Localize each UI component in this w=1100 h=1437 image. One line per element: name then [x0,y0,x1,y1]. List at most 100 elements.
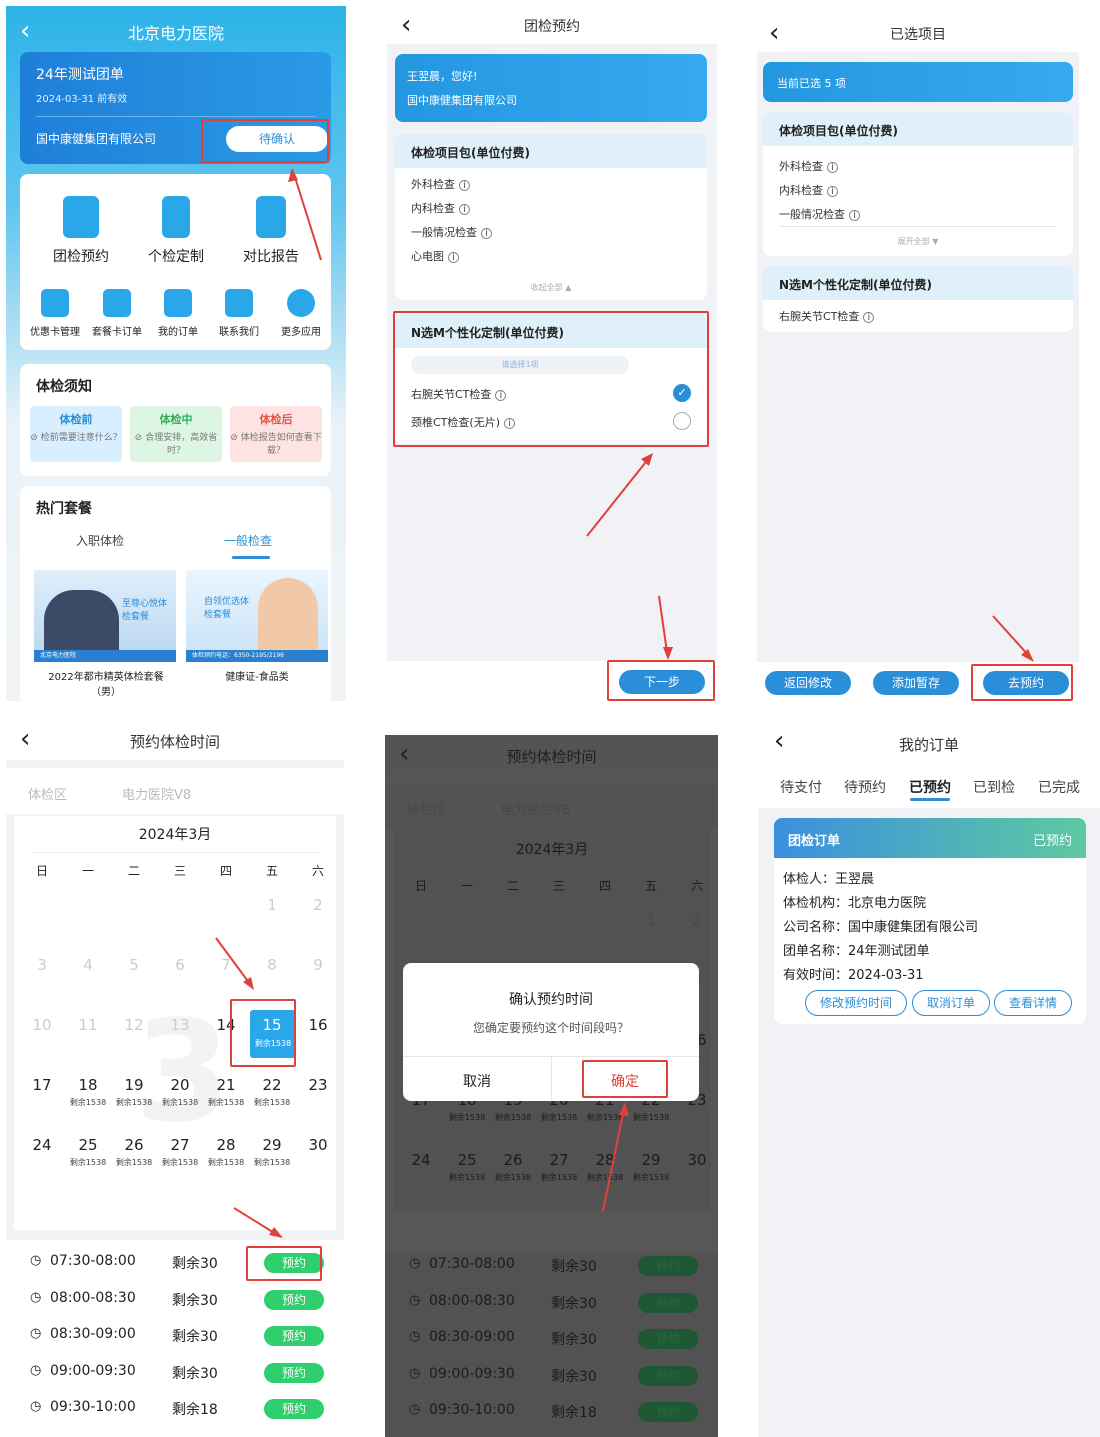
company: 国中康健集团有限公司 [407,94,517,107]
calendar-day: 12 [124,1016,144,1034]
service-label: 团检预约 [53,249,109,265]
tab-completed[interactable]: 已完成 [1038,777,1080,797]
package-image-1[interactable]: 至尊心悦体检套餐 北京电力医院 [34,570,176,662]
book-button[interactable]: 预约 [264,1362,324,1383]
save-draft-button[interactable]: 添加暂存 [873,671,959,695]
calendar-day[interactable]: 23 [298,1076,338,1094]
package-item: 外科检查 i [779,158,838,174]
expand-toggle[interactable]: 展开全部 ▼ [763,236,1073,247]
clock-icon: ◷ [30,1399,42,1414]
service-custom[interactable]: 个检定制 [141,196,211,266]
service-contact[interactable]: 联系我们 [210,289,268,338]
info-icon[interactable]: i [827,186,838,197]
calendar-day[interactable]: 16 [298,1016,338,1034]
calendar-month: 2024年3月 [138,827,212,843]
service-more[interactable]: 更多应用 [272,289,330,338]
order-patient: 体检人：王翌晨 [783,872,875,887]
book-button[interactable]: 预约 [264,1399,324,1419]
calendar-day: 1 [267,896,277,914]
calendar-day[interactable]: 29 [252,1136,292,1154]
info-icon[interactable]: i [481,228,492,239]
back-edit-button[interactable]: 返回修改 [765,671,851,695]
notice-after[interactable]: 体检后 ⊘ 体检报告如何查看下载？ [230,406,322,462]
notice-before[interactable]: 体检前 ⊘ 检前需要注意什么？ [30,406,122,462]
service-my-orders[interactable]: 我的订单 [149,289,207,338]
service-package-orders[interactable]: 套餐卡订单 [88,289,146,338]
highlight-box [582,1060,668,1098]
tab-indicator [232,556,270,559]
info-icon[interactable]: i [448,252,459,263]
hot-tab-general[interactable]: 一般检查 [224,532,272,549]
time-slot: ◷ 09:00-09:30 剩余30 预约 [26,1360,324,1386]
calendar-day[interactable]: 25 [68,1136,108,1154]
area-value[interactable]: 电力医院V8 [122,784,191,803]
screen-group-booking: ‹ 团检预约 王翌晨，您好! 国中康健集团有限公司 体检项目包(单位付费) 外科… [387,6,717,701]
slot-remaining: 剩余18 [172,1402,218,1418]
info-icon[interactable]: i [827,162,838,173]
order-type: 团检订单 [788,834,841,849]
screen-selected-items: ‹ 已选项目 当前已选 5 项 体检项目包(单位付费) 外科检查 i 内科检查 i … [757,6,1079,701]
package-banner: 至尊心悦体检套餐 [122,599,168,622]
notice-during[interactable]: 体检中 ⊘ 合理安排，高效省时？ [130,406,222,462]
package-image-2[interactable]: 自领优选体检套餐 体检预约电话：6350-2195/2196 [186,570,328,662]
day-remaining: 剩余1538 [161,1098,199,1107]
clock-icon: ◷ [30,1253,42,1268]
calendar-day[interactable]: 20 [160,1076,200,1094]
day-remaining: 剩余1538 [115,1158,153,1167]
tab-to-book[interactable]: 待预约 [844,777,886,797]
calendar-day[interactable]: 28 [206,1136,246,1154]
package-name: 2022年都市精英体检套餐（男） [48,672,164,698]
calendar-day[interactable]: 27 [160,1136,200,1154]
slot-time: 08:30-09:00 [50,1326,136,1342]
tab-to-pay[interactable]: 待支付 [780,777,822,797]
day-remaining: 剩余1538 [207,1158,245,1167]
greeting: 王翌晨，您好! [407,70,478,83]
modify-time-button[interactable]: 修改预约时间 [805,990,907,1016]
calendar-day[interactable]: 22 [252,1076,292,1094]
calendar-day[interactable]: 24 [22,1136,62,1154]
info-icon[interactable]: i [459,180,470,191]
calendar-day[interactable]: 30 [298,1136,338,1154]
package-footer: 体检预约电话：6350-2195/2196 [186,650,328,662]
expand-label: 展开全部 [897,237,930,246]
item-label: 外科检查 [411,178,455,191]
day-remaining: 剩余1538 [253,1158,291,1167]
info-icon[interactable]: i [459,204,470,215]
calendar-day[interactable]: 18 [68,1076,108,1094]
service-label: 对比报告 [243,249,299,265]
calendar-day[interactable]: 21 [206,1076,246,1094]
cancel-button[interactable]: 取消 [403,1071,551,1091]
info-icon[interactable]: i [863,312,875,323]
calendar-day[interactable]: 26 [114,1136,154,1154]
service-coupon[interactable]: 优惠卡管理 [26,289,84,338]
cancel-order-button[interactable]: 取消订单 [912,990,990,1016]
nm-card: N选M个性化定制(单位付费) 右腕关节CT检查 i [763,266,1073,332]
dialog-message: 您确定要预约这个时间段吗？ [472,1021,629,1035]
hot-tab-entry[interactable]: 入职体检 [76,532,124,549]
grid-icon [287,289,315,317]
card-icon [41,289,69,317]
screen-confirm-dialog: ‹ 预约体检时间 体检区 电力医院V8 2024年3月 日一二三四五六12345… [385,735,718,1437]
item-label: 一般情况检查 [411,226,477,239]
calendar-day[interactable]: 19 [114,1076,154,1094]
highlight-box [201,119,329,163]
item-label: 心电图 [411,250,444,263]
calendar-day[interactable]: 17 [22,1076,62,1094]
book-button[interactable]: 预约 [264,1326,324,1346]
tab-checked-in[interactable]: 已到检 [973,777,1015,797]
book-button[interactable]: 预约 [264,1289,324,1310]
service-report-compare[interactable]: 对比报告 [236,196,306,266]
collapse-toggle[interactable]: 收起全部 ▲ [395,282,707,293]
view-details-button[interactable]: 查看详情 [994,990,1072,1016]
people-photo [44,590,119,650]
package-card: 体检项目包(单位付费) 外科检查 i 内科检查 i 一般情况检查 i 心电图 i 收起全… [395,134,707,300]
notice-head: 体检中 [159,413,193,426]
info-icon[interactable]: i [849,210,860,221]
divider [30,852,320,853]
item-label: 右腕关节CT检查 [779,310,860,323]
service-group-booking[interactable]: 团检预约 [46,196,116,266]
notice-head: 体检后 [259,413,293,426]
tab-booked[interactable]: 已预约 [909,777,951,797]
item-label: 内科检查 [779,184,823,197]
day-remaining: 剩余1538 [69,1098,107,1107]
